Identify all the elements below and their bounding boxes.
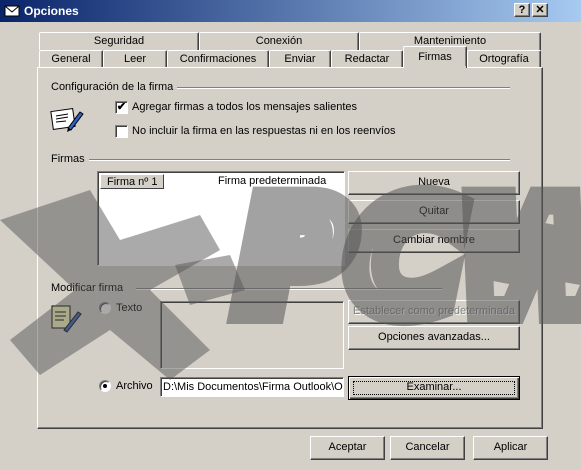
browse-button[interactable]: Examinar... xyxy=(348,376,520,400)
signature-pen-icon xyxy=(50,104,84,134)
advanced-options-button[interactable]: Opciones avanzadas... xyxy=(348,326,520,350)
tab-seguridad[interactable]: Seguridad xyxy=(39,32,199,50)
tab-enviar[interactable]: Enviar xyxy=(269,50,331,68)
no-replies-label[interactable]: No incluir la firma en las respuestas ni… xyxy=(132,125,396,137)
remove-signature-button[interactable]: Quitar xyxy=(348,200,520,224)
tab-confirmaciones[interactable]: Confirmaciones xyxy=(167,50,269,68)
app-icon xyxy=(4,3,20,19)
add-signature-label[interactable]: Agregar firmas a todos los mensajes sali… xyxy=(132,101,357,113)
file-radio[interactable] xyxy=(99,380,111,392)
tab-redactar[interactable]: Redactar xyxy=(331,50,403,68)
title-bar: Opciones ? ✕ xyxy=(0,0,581,22)
new-signature-button[interactable]: Nueva xyxy=(348,171,520,195)
set-default-button[interactable]: Establecer como predeterminada xyxy=(348,300,520,324)
window-title: Opciones xyxy=(24,4,79,18)
cancel-button[interactable]: Cancelar xyxy=(390,436,465,460)
ok-button[interactable]: Aceptar xyxy=(310,436,385,460)
close-button[interactable]: ✕ xyxy=(532,3,548,17)
edit-separator xyxy=(136,288,442,290)
no-replies-checkbox[interactable] xyxy=(115,125,128,138)
text-radio-label[interactable]: Texto xyxy=(116,302,142,314)
file-path-input[interactable]: D:\Mis Documentos\Firma Outlook\O xyxy=(160,377,344,397)
tab-conexion[interactable]: Conexión xyxy=(199,32,359,50)
list-item-status: Firma predeterminada xyxy=(218,175,327,187)
firmas-separator xyxy=(84,159,510,161)
active-tab-joiner xyxy=(404,66,466,69)
config-separator xyxy=(168,87,510,89)
tab-firmas[interactable]: Firmas xyxy=(403,46,467,68)
tab-general[interactable]: General xyxy=(39,50,103,68)
firmas-heading: Firmas xyxy=(51,153,89,165)
help-button[interactable]: ? xyxy=(514,3,530,17)
signature-list[interactable]: Firma nº 1 Firma predeterminada xyxy=(97,171,345,266)
tab-ortografia[interactable]: Ortografía xyxy=(467,50,541,68)
tab-leer[interactable]: Leer xyxy=(103,50,167,68)
add-signature-checkbox[interactable]: ✔ xyxy=(115,101,128,114)
text-radio[interactable] xyxy=(99,302,111,314)
apply-button[interactable]: Aplicar xyxy=(473,436,548,460)
list-item-selected[interactable]: Firma nº 1 xyxy=(100,174,164,189)
edit-signature-icon xyxy=(50,302,84,334)
file-radio-label[interactable]: Archivo xyxy=(116,380,153,392)
config-heading: Configuración de la firma xyxy=(51,81,178,93)
signature-text-area[interactable] xyxy=(160,301,344,369)
edit-heading: Modificar firma xyxy=(51,282,128,294)
rename-signature-button[interactable]: Cambiar nombre xyxy=(348,229,520,253)
